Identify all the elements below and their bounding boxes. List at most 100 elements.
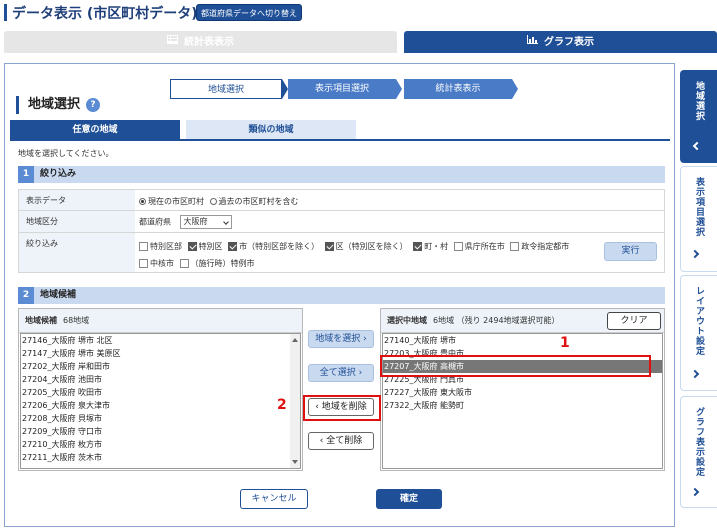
select-region-label: 地域を選択: [315, 334, 361, 344]
checkbox-icon: [179, 259, 189, 268]
filter-section-header: 1 絞り込み: [18, 166, 665, 183]
chevron-right-icon: [690, 487, 700, 497]
selected-listbox[interactable]: 27140_大阪府 堺市 27203_大阪府 豊中市 27207_大阪府 高槻市 27…: [382, 333, 663, 469]
select-region-button[interactable]: 地域を選択 ›: [308, 330, 374, 348]
chevron-left-icon: ‹: [319, 436, 324, 446]
list-item[interactable]: 27208_大阪府 貝塚市: [21, 412, 300, 425]
list-item[interactable]: 27322_大阪府 能勢町: [383, 399, 662, 412]
title-accent: [4, 4, 7, 21]
selected-remaining: （残り 2494地域選択可能）: [456, 316, 560, 325]
section-number: 2: [18, 287, 34, 304]
side-nav-items[interactable]: 表示項目選択: [680, 166, 717, 272]
narrow-label: 絞り込み: [19, 233, 135, 272]
execute-button[interactable]: 実行: [604, 242, 657, 261]
scroll-down-icon[interactable]: [292, 460, 298, 464]
checkbox-icon: [510, 242, 520, 251]
list-item[interactable]: 27147_大阪府 堺市 美原区: [21, 347, 300, 360]
tab-table-view[interactable]: 統計表表示: [4, 31, 397, 53]
chevron-right-icon: [690, 249, 700, 259]
list-item[interactable]: 27202_大阪府 岸和田市: [21, 360, 300, 373]
check-label: 特別区: [198, 242, 223, 251]
radio-current[interactable]: 現在の市区町村: [139, 196, 204, 207]
confirm-button[interactable]: 確定: [376, 489, 442, 509]
radio-past[interactable]: 過去の市区町村を含む: [209, 196, 299, 207]
tab-table-label: 統計表表示: [184, 37, 234, 48]
side-nav-region[interactable]: 地域選択: [680, 70, 717, 163]
candidates-section-header: 2 地域候補: [18, 287, 665, 304]
check-special-ward[interactable]: 特別区: [187, 238, 223, 255]
check-special-city[interactable]: （施行時）特例市: [179, 255, 255, 272]
check-special-ward-area[interactable]: 特別区部: [139, 238, 182, 255]
candidates-section-title: 地域候補: [40, 290, 77, 300]
switch-prefecture-button[interactable]: 都道府県データへ切り替え: [196, 4, 302, 21]
annotation-number-1: 1: [560, 335, 570, 351]
list-item[interactable]: 27146_大阪府 堺市 北区: [21, 334, 300, 347]
side-nav-layout[interactable]: レイアウト設定: [680, 275, 717, 391]
side-nav-label: レイアウト設定: [694, 286, 704, 356]
selected-panel: 選択中地域 6地域 （残り 2494地域選択可能） 27140_大阪府 堺市 272…: [380, 308, 665, 471]
candidates-header: 地域候補 68地域: [19, 309, 302, 333]
tab-similar-region[interactable]: 類似の地域: [186, 120, 356, 140]
area-label: 地域区分: [19, 211, 135, 232]
check-designated-city[interactable]: 政令指定都市: [510, 238, 569, 255]
side-nav-label: グラフ表示設定: [694, 407, 704, 477]
checkbox-icon: [453, 242, 463, 251]
list-item[interactable]: 27227_大阪府 東大阪市: [383, 386, 662, 399]
check-label: 市（特別区部を除く）: [239, 242, 320, 251]
check-ward[interactable]: 区（特別区を除く）: [324, 238, 408, 255]
tab-graph-label: グラフ表示: [544, 37, 594, 48]
chevron-right-icon: ›: [363, 334, 367, 344]
tab-graph-view[interactable]: グラフ表示: [404, 31, 717, 53]
check-capital-city[interactable]: 県庁所在市: [453, 238, 505, 255]
step-region-select: 地域選択: [170, 79, 282, 99]
tab-underline: [10, 139, 670, 141]
radio-current-icon: [139, 198, 146, 205]
select-all-button[interactable]: 全て選択 ›: [308, 364, 374, 382]
check-label: 県庁所在市: [464, 242, 505, 251]
check-label: 町・村: [424, 242, 449, 251]
side-nav-graph[interactable]: グラフ表示設定: [680, 396, 717, 508]
annotation-number-2: 2: [277, 397, 287, 413]
scroll-up-icon[interactable]: [292, 338, 298, 342]
check-core-city[interactable]: 中核市: [139, 255, 174, 272]
list-item[interactable]: 27206_大阪府 泉大津市: [21, 399, 300, 412]
check-label: 区（特別区を除く）: [335, 242, 408, 251]
table-icon: [167, 31, 178, 53]
checkbox-icon: [187, 242, 197, 251]
radio-past-icon: [209, 198, 217, 205]
list-item[interactable]: 27205_大阪府 吹田市: [21, 386, 300, 399]
check-city[interactable]: 市（特別区部を除く）: [228, 238, 319, 255]
section-title: 地域選択: [16, 96, 80, 114]
annotation-box-1: [380, 355, 651, 377]
tab-arbitrary-region[interactable]: 任意の地域: [10, 120, 180, 140]
list-item[interactable]: 27211_大阪府 茨木市: [21, 451, 300, 464]
narrow-row: 絞り込み 特別区部 特別区 市（特別区部を除く） 区（特別区を除く） 町・村 県…: [18, 233, 665, 273]
check-town-village[interactable]: 町・村: [413, 238, 448, 255]
select-all-label: 全て選択: [319, 368, 356, 378]
candidates-listbox[interactable]: 27146_大阪府 堺市 北区 27147_大阪府 堺市 美原区 27202_大阪府…: [20, 333, 301, 469]
check-label: 中核市: [150, 259, 174, 268]
check-label: 特別区部: [150, 242, 182, 251]
step-arrow: [396, 79, 402, 99]
pref-select[interactable]: 大阪府: [179, 215, 232, 229]
list-item[interactable]: 27209_大阪府 守口市: [21, 425, 300, 438]
selected-count: 6地域: [433, 316, 455, 325]
display-data-label: 表示データ: [19, 190, 135, 210]
pref-select-value: 大阪府: [183, 217, 208, 226]
clear-button[interactable]: クリア: [607, 312, 661, 330]
annotation-box-2: [303, 395, 381, 421]
cancel-button[interactable]: キャンセル: [240, 489, 308, 509]
remove-all-button[interactable]: ‹ 全て削除: [308, 432, 374, 450]
pref-label: 都道府県: [139, 217, 171, 227]
remove-all-label: 全て削除: [326, 436, 363, 446]
help-icon[interactable]: ?: [86, 98, 100, 112]
checkbox-icon: [228, 242, 238, 251]
scrollbar[interactable]: [290, 334, 300, 468]
list-item[interactable]: 27210_大阪府 枚方市: [21, 438, 300, 451]
list-item[interactable]: 27140_大阪府 堺市: [383, 334, 662, 347]
selected-title: 選択中地域: [387, 316, 427, 325]
bar-chart-icon: [527, 31, 538, 53]
list-item[interactable]: 27204_大阪府 池田市: [21, 373, 300, 386]
section-number: 1: [18, 166, 34, 183]
side-nav-label: 表示項目選択: [694, 177, 704, 237]
